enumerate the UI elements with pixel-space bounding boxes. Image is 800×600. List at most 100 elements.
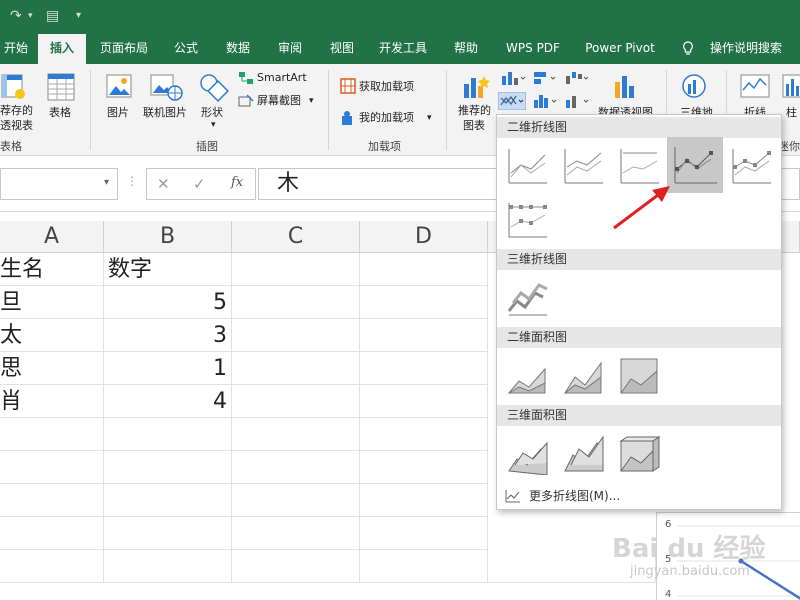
3d-map-icon[interactable] xyxy=(680,72,708,100)
tab-help[interactable]: 帮助 xyxy=(444,34,488,64)
smartart-label[interactable]: SmartArt xyxy=(257,71,307,85)
more-line-charts-link[interactable]: 更多折线图(M)... xyxy=(529,487,620,504)
column-header-b[interactable]: B xyxy=(104,221,232,253)
cell-d5[interactable] xyxy=(360,385,488,418)
redo-icon[interactable]: ↷ xyxy=(10,8,22,24)
cell-a2[interactable]: 旦 xyxy=(0,286,104,319)
waterfall-chart-icon[interactable] xyxy=(564,70,590,86)
tab-formulas[interactable]: 公式 xyxy=(164,34,208,64)
cell-c4[interactable] xyxy=(232,352,360,385)
area-chart-icon[interactable] xyxy=(505,353,549,397)
column-header-a[interactable]: A xyxy=(0,221,104,253)
cell-c9[interactable] xyxy=(232,517,360,550)
splitter-icon[interactable]: ⋮ xyxy=(126,174,138,188)
percent-stacked-area-chart-icon[interactable] xyxy=(617,353,661,397)
cell-d3[interactable] xyxy=(360,319,488,352)
stacked-area-chart-icon[interactable] xyxy=(561,353,605,397)
cell-d9[interactable] xyxy=(360,517,488,550)
recommended-charts-icon[interactable] xyxy=(462,72,490,100)
line-chart-option-icon[interactable] xyxy=(505,143,549,187)
stacked-line-chart-icon[interactable] xyxy=(561,143,605,187)
screenshot-dropdown-icon[interactable]: ▾ xyxy=(309,94,314,108)
name-box-dropdown-icon[interactable]: ▾ xyxy=(104,177,109,188)
cancel-icon[interactable]: ✕ xyxy=(157,175,170,193)
tab-review[interactable]: 审阅 xyxy=(268,34,312,64)
3d-area-chart-icon[interactable] xyxy=(505,431,549,475)
cell-b7[interactable] xyxy=(104,451,232,484)
tab-page-layout[interactable]: 页面布局 xyxy=(92,34,156,64)
form-icon[interactable]: ▤ xyxy=(46,8,59,24)
pivot-chart-icon[interactable] xyxy=(612,72,642,100)
tab-wps-pdf[interactable]: WPS PDF xyxy=(498,34,568,64)
cell-d10[interactable] xyxy=(360,550,488,583)
customize-quick-access-icon[interactable]: ▾ xyxy=(76,8,81,24)
screenshot-icon[interactable] xyxy=(238,94,254,108)
column-header-d[interactable]: D xyxy=(360,221,488,253)
cell-c7[interactable] xyxy=(232,451,360,484)
smartart-icon[interactable] xyxy=(238,71,254,85)
my-addins-icon[interactable] xyxy=(340,110,356,126)
cell-b3[interactable]: 3 xyxy=(104,319,232,352)
cell-a1[interactable]: 生名 xyxy=(0,253,104,286)
cell-c8[interactable] xyxy=(232,484,360,517)
cell-a9[interactable] xyxy=(0,517,104,550)
stacked-line-markers-chart-icon[interactable] xyxy=(729,143,773,187)
cell-a4[interactable]: 思 xyxy=(0,352,104,385)
my-addins-label[interactable]: 我的加载项 xyxy=(359,111,414,125)
column-header-c[interactable]: C xyxy=(232,221,360,253)
cell-d4[interactable] xyxy=(360,352,488,385)
cell-b5[interactable]: 4 xyxy=(104,385,232,418)
3d-line-chart-icon[interactable] xyxy=(505,275,549,319)
cell-b9[interactable] xyxy=(104,517,232,550)
cell-b6[interactable] xyxy=(104,418,232,451)
enter-icon[interactable]: ✓ xyxy=(193,175,206,193)
shapes-dropdown-icon[interactable]: ▾ xyxy=(211,118,216,132)
picture-icon[interactable] xyxy=(106,72,134,102)
cell-c2[interactable] xyxy=(232,286,360,319)
cell-c5[interactable] xyxy=(232,385,360,418)
line-sparkline-icon[interactable] xyxy=(740,74,770,98)
store-icon[interactable] xyxy=(340,78,356,94)
screenshot-label[interactable]: 屏幕截图 xyxy=(257,94,301,108)
cell-d8[interactable] xyxy=(360,484,488,517)
my-addins-dropdown-icon[interactable]: ▾ xyxy=(427,111,432,125)
get-addins-label[interactable]: 获取加载项 xyxy=(359,80,414,94)
line-chart-icon[interactable] xyxy=(498,92,526,110)
hierarchy-chart-icon[interactable] xyxy=(532,70,558,86)
combo-chart-icon[interactable] xyxy=(564,92,590,110)
column-chart-icon[interactable] xyxy=(500,70,526,86)
online-picture-icon[interactable] xyxy=(150,72,184,102)
cell-b1[interactable]: 数字 xyxy=(104,253,232,286)
statistic-chart-icon[interactable] xyxy=(532,92,558,110)
shapes-icon[interactable] xyxy=(198,72,230,102)
cell-d2[interactable] xyxy=(360,286,488,319)
tab-home[interactable]: 开始 xyxy=(0,34,32,64)
tab-insert[interactable]: 插入 xyxy=(38,34,86,64)
recommended-pivot-table-icon[interactable] xyxy=(0,72,28,102)
cell-b2[interactable]: 5 xyxy=(104,286,232,319)
cell-a8[interactable] xyxy=(0,484,104,517)
cell-d6[interactable] xyxy=(360,418,488,451)
tab-data[interactable]: 数据 xyxy=(216,34,260,64)
cell-a6[interactable] xyxy=(0,418,104,451)
column-sparkline-icon[interactable] xyxy=(782,74,800,98)
table-icon[interactable] xyxy=(47,72,75,102)
cell-a7[interactable] xyxy=(0,451,104,484)
cell-d7[interactable] xyxy=(360,451,488,484)
cell-a5[interactable]: 肖 xyxy=(0,385,104,418)
cell-c1[interactable] xyxy=(232,253,360,286)
tab-view[interactable]: 视图 xyxy=(320,34,364,64)
cell-c3[interactable] xyxy=(232,319,360,352)
cell-b10[interactable] xyxy=(104,550,232,583)
name-box[interactable]: ▾ xyxy=(0,168,118,200)
tell-me-search[interactable]: 操作说明搜索 xyxy=(704,34,788,64)
3d-stacked-area-chart-icon[interactable] xyxy=(561,431,605,475)
tab-power-pivot[interactable]: Power Pivot xyxy=(580,34,660,64)
cell-b4[interactable]: 1 xyxy=(104,352,232,385)
cell-d1[interactable] xyxy=(360,253,488,286)
cell-c6[interactable] xyxy=(232,418,360,451)
insert-function-icon[interactable]: fx xyxy=(231,175,243,190)
cell-a10[interactable] xyxy=(0,550,104,583)
3d-percent-stacked-area-chart-icon[interactable] xyxy=(617,431,661,475)
percent-stacked-line-markers-chart-icon[interactable] xyxy=(505,197,549,241)
